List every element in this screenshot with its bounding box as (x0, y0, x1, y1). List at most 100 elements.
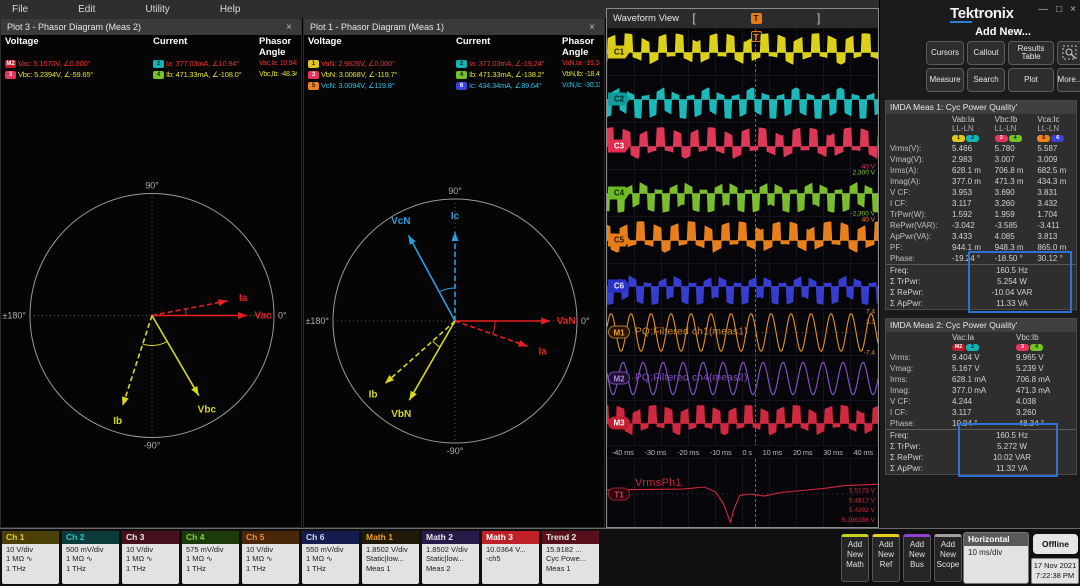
channel-tag-M2[interactable]: M2 (608, 371, 630, 385)
horizontal-settings[interactable]: Horizontal 10 ms/div (963, 532, 1029, 584)
add-new-math-button[interactable]: Add New Math (841, 534, 869, 582)
plot3-readout-headers: Voltage Current Phasor Angle (1, 35, 301, 58)
wave-row-C6: C6 (607, 264, 878, 309)
badge-trend-2[interactable]: Trend 2 15.9182 ... Cyc Powe... Meas 1 (542, 531, 599, 584)
badge-math-3[interactable]: Math 3 10.0364 V... -ch5 (482, 531, 539, 584)
meas-row-label: ApPwr(VA): (890, 232, 932, 241)
badge-setting-line: 1 THz (6, 563, 26, 573)
meas-sub-headers: LL-LN LL-LN LL-LN (886, 124, 1076, 133)
meas-row-label: Phase: (890, 254, 915, 263)
search-button[interactable]: Search (967, 68, 1005, 92)
datetime-display: 17 Nov 2021 7:22:38 PM (1031, 558, 1079, 584)
meas-sub-header: LL-LN (952, 124, 974, 133)
zoom-bracket-right[interactable]: ] (817, 11, 820, 25)
wave-row-M1: 7.4 3.3 -7.4 M1 PQ:Filtered ch1(meas1) (607, 309, 878, 356)
menu-file[interactable]: File (12, 4, 28, 15)
meas-row-label: PF: (890, 243, 903, 252)
channel-tag-M1[interactable]: M1 (608, 325, 630, 339)
badge-ch-1[interactable]: Ch 1 10 V/div 1 MΩ ∿ 1 THz (2, 531, 59, 584)
meas-row-label: Vmag(V): (890, 155, 924, 164)
more--button[interactable]: More... (1057, 68, 1080, 92)
svg-text:Ib: Ib (369, 389, 378, 400)
current-readout: Ic: 434.34mA, ∠89.64° (469, 81, 542, 90)
channel-badges: Ch 1 10 V/div 1 MΩ ∿ 1 THz Ch 2 500 mV/div 1 M… (2, 531, 599, 584)
results-table-button[interactable]: Results Table (1008, 41, 1054, 65)
badge-ch-4[interactable]: Ch 4 575 mV/div 1 MΩ ∿ 1 THz (182, 531, 239, 584)
offline-button[interactable]: Offline (1033, 534, 1078, 554)
badge-setting-line: 1 MΩ ∿ (246, 554, 273, 564)
summary-label: Σ RePwr: (890, 453, 924, 462)
channel-tag-M3[interactable]: M3 (608, 416, 630, 430)
meas-col-header: Vab:Ia (952, 114, 975, 124)
restore-icon[interactable]: □ (1056, 4, 1062, 15)
badge-math-1[interactable]: Math 1 1.8502 V/div Static|low... Meas 1 (362, 531, 419, 584)
meas-value: 4.038 (1016, 397, 1037, 406)
time-axis-label: -40 ms (612, 447, 634, 457)
badge-setting-line: 1.8502 V/div (426, 545, 468, 554)
menu-edit[interactable]: Edit (78, 4, 95, 15)
waveform-title: Waveform View (613, 13, 679, 24)
badge-setting-line: Static|low... (426, 554, 464, 564)
svg-text:90°: 90° (145, 181, 159, 191)
plot3-close-icon[interactable]: × (283, 22, 295, 33)
menu-utility[interactable]: Utility (145, 4, 169, 15)
add-new-bus-button[interactable]: Add New Bus (903, 534, 931, 582)
date-text: 17 Nov 2021 (1033, 561, 1077, 570)
imda-meas1-table: IMDA Meas 1: Cyc Power Quality' Vab:Ia Vbc… (885, 100, 1077, 313)
waveform-view-window: Waveform View [ T ] T C1 C2 -40 V C3 2,300 V… (606, 8, 879, 529)
meas-value: 434.3 m (1037, 177, 1067, 186)
meas-value: 3.433 (952, 232, 973, 241)
badge-setting-line: -ch5 (486, 554, 501, 564)
badge-ch-5[interactable]: Ch 5 10 V/div 1 MΩ ∿ 1 THz (242, 531, 299, 584)
badge-setting-line: 1 THz (186, 563, 206, 573)
meas-col-headers: Vab:Ia Vbc:Ib Vca:Ic (886, 114, 1076, 124)
meas-row: Vrms: 9.404 V 9.965 V (886, 352, 1076, 363)
channel-tag-T1[interactable]: T1 (608, 487, 630, 500)
svg-text:Ic: Ic (451, 211, 460, 222)
trigger-marker-icon[interactable]: T (750, 13, 762, 24)
svg-text:Ia: Ia (239, 293, 248, 304)
summary-label: Freq: (890, 431, 909, 440)
voltage-readout: VcN: 3.0094V, ∠119.8° (321, 81, 395, 90)
badge-ch-6[interactable]: Ch 6 550 mV/div 1 MΩ ∿ 1 THz (302, 531, 359, 584)
add-new-scope-button[interactable]: Add New Scope (934, 534, 962, 582)
badge-setting-line: 1 MΩ ∿ (6, 554, 33, 564)
meas-summary: Freq: 160.5 Hz Σ TrPwr: 5.272 W Σ RePwr: 10.0… (886, 429, 1076, 474)
menu-help[interactable]: Help (220, 4, 241, 15)
measure-button[interactable]: Measure (926, 68, 964, 92)
plot3-title: Plot 3 - Phasor Diagram (Meas 2) (7, 22, 142, 32)
source-badge: 5 (1037, 134, 1051, 142)
current-cell: 4 Ib: 471.33mA, ∠-108.0° (153, 70, 259, 79)
plot1-close-icon[interactable]: × (586, 22, 598, 33)
add-new-ref-button[interactable]: Add New Ref (872, 534, 900, 582)
zoom-bracket-left[interactable]: [ (692, 11, 695, 25)
plot3-phasor-svg: 90° -90° 0° ±180° Vac Ia Vbc Ib (2, 181, 287, 451)
meas-row-label: V CF: (890, 188, 911, 197)
meas-row: Irms(A): 628.1 m 706.8 m 682.5 m (886, 165, 1076, 176)
zoom-area-button[interactable] (1057, 41, 1080, 65)
zoom-area-icon (1062, 45, 1077, 60)
plot-button[interactable]: Plot (1008, 68, 1054, 92)
meas-value: 2.983 (952, 155, 973, 164)
source-badges: 34 (1012, 343, 1076, 351)
right-sidebar: Tektronix — □ × Add New... Cursors Callou… (879, 0, 1080, 528)
minimize-icon[interactable]: — (1038, 4, 1048, 15)
meas-value: 5.587 (1037, 144, 1058, 153)
waveform-title-bar[interactable]: Waveform View [ T ] (607, 9, 878, 29)
badge-math-2[interactable]: Math 2 1.8502 V/div Static|low... Meas 2 (422, 531, 479, 584)
current-readout: Ib: 471.33mA, ∠-108.0° (166, 70, 242, 79)
cursors-button[interactable]: Cursors (926, 41, 964, 65)
meas-value: 628.1 m (952, 166, 981, 175)
time-axis-label: 30 ms (823, 447, 843, 457)
close-icon[interactable]: × (1070, 4, 1076, 15)
badge-ch-2[interactable]: Ch 2 500 mV/div 1 MΩ ∿ 1 THz (62, 531, 119, 584)
meas-value: 3.432 (1037, 199, 1058, 208)
voltage-readout: VaN: 2.9826V, ∠0.000° (321, 59, 395, 68)
badge-ch-3[interactable]: Ch 3 10 V/div 1 MΩ ∿ 1 THz (122, 531, 179, 584)
callout-button[interactable]: Callout (967, 41, 1005, 65)
add-btn-line: Ref (879, 560, 893, 569)
svg-text:Ib: Ib (113, 416, 122, 427)
meas-table-title: IMDA Meas 1: Cyc Power Quality' (886, 101, 1076, 114)
meas-value: 3.117 (952, 199, 972, 208)
meas-row: ApPwr(VA): 3.433 4.085 3.813 (886, 231, 1076, 242)
